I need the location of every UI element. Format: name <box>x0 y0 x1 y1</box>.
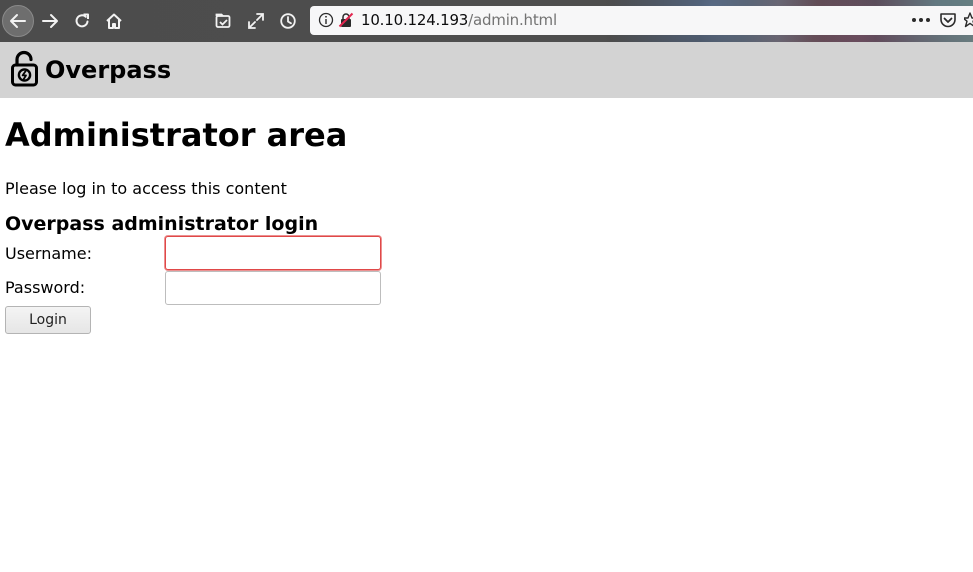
back-icon <box>10 14 26 28</box>
reload-icon <box>75 13 89 28</box>
password-label: Password: <box>5 278 86 297</box>
forward-button[interactable] <box>35 6 65 36</box>
page-title: Administrator area <box>5 116 348 154</box>
login-heading: Overpass administrator login <box>5 213 319 235</box>
url-path: /admin.html <box>468 11 557 29</box>
browser-toolbar: 10.10.124.193/admin.html <box>0 0 973 42</box>
padlock-icon <box>11 50 38 87</box>
home-icon <box>106 13 122 29</box>
back-button[interactable] <box>2 5 34 37</box>
insecure-lock-icon[interactable] <box>338 12 354 28</box>
library-button[interactable] <box>208 6 238 36</box>
site-name: Overpass <box>45 56 172 84</box>
site-header: Overpass <box>0 42 973 98</box>
username-field[interactable] <box>165 236 381 270</box>
reload-button[interactable] <box>67 6 97 36</box>
history-button[interactable] <box>273 6 303 36</box>
history-icon <box>280 13 296 29</box>
fullscreen-button[interactable] <box>241 6 271 36</box>
pocket-icon[interactable] <box>939 11 957 29</box>
fullscreen-icon <box>248 13 264 29</box>
url-text[interactable]: 10.10.124.193/admin.html <box>361 11 557 29</box>
username-label: Username: <box>5 244 92 263</box>
library-icon <box>215 13 231 28</box>
password-field[interactable] <box>165 271 381 305</box>
forward-icon <box>42 14 58 28</box>
login-button[interactable]: Login <box>5 306 91 334</box>
info-icon[interactable] <box>318 12 334 28</box>
more-icon[interactable] <box>910 12 932 28</box>
home-button[interactable] <box>99 6 129 36</box>
bookmark-star-icon[interactable] <box>964 11 973 29</box>
url-host: 10.10.124.193 <box>361 11 469 29</box>
intro-text: Please log in to access this content <box>5 179 287 198</box>
